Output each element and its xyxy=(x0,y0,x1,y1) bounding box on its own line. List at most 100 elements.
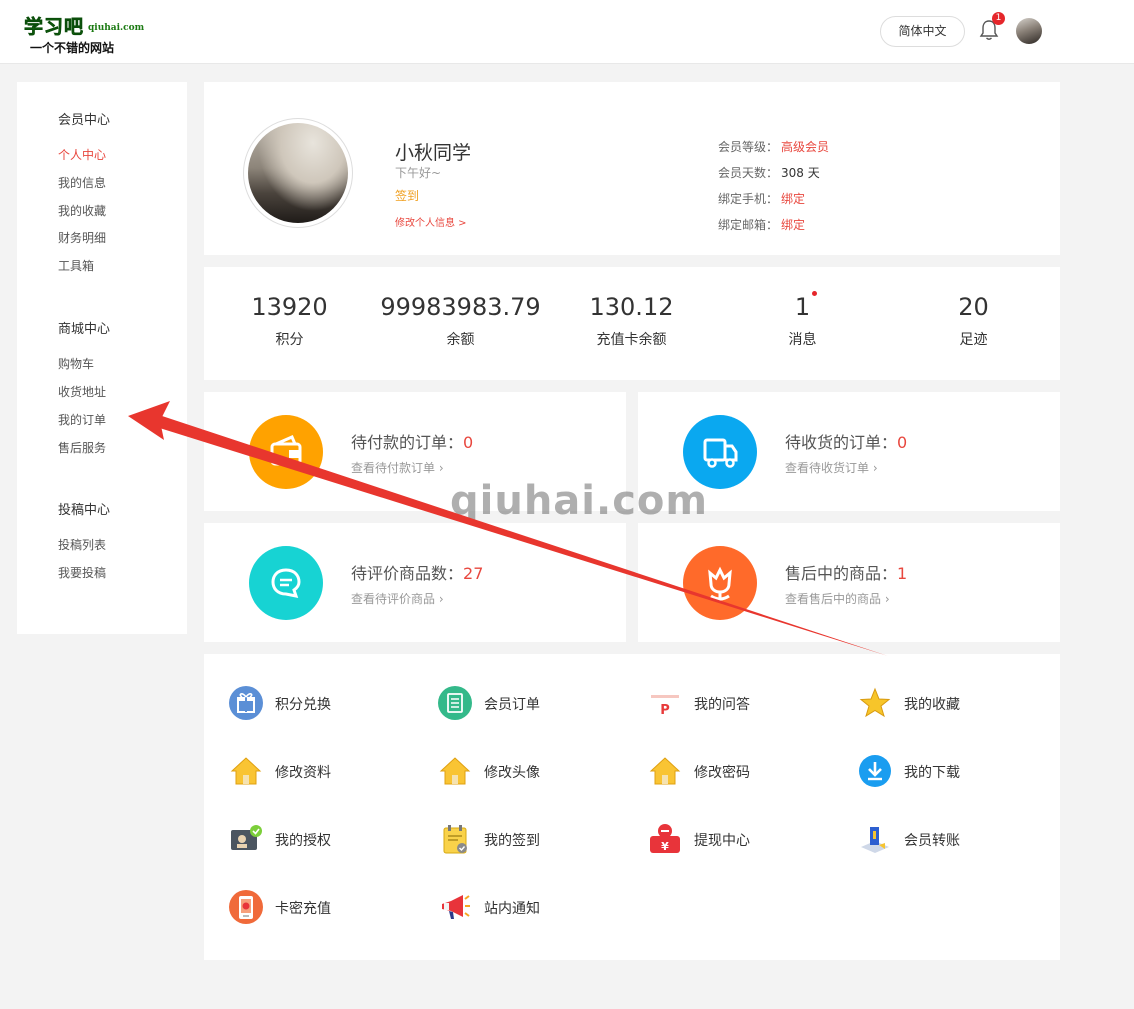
chevron-right-icon: › xyxy=(869,461,878,475)
user-avatar[interactable] xyxy=(1016,18,1042,44)
stat-card-balance-value: 130.12 xyxy=(589,293,674,321)
tool-label: 会员订单 xyxy=(484,697,540,713)
member-days-value: 308 天 xyxy=(781,166,820,180)
order-pending-receipt-title: 待收货的订单：0 xyxy=(785,433,908,452)
bind-phone-label: 绑定手机： xyxy=(718,192,779,206)
order-pending-receipt-count: 0 xyxy=(897,433,908,452)
logo-domain-text: qiuhai.com xyxy=(88,23,145,33)
member-days-label: 会员天数： xyxy=(718,166,779,180)
stat-card-balance[interactable]: 130.12 充值卡余额 xyxy=(546,293,717,349)
sidebar-group-member-title: 会员中心 xyxy=(58,113,111,128)
star-icon xyxy=(859,687,891,718)
sidebar-item-my-info[interactable]: 我的信息 xyxy=(58,174,106,191)
order-pending-receipt-link[interactable]: 查看待收货订单 › xyxy=(785,459,878,476)
tools-grid: 积分兑换 会员订单 P 我的问答 我的收藏 修改资料 修改头像 修改密码 我的下… xyxy=(204,654,1060,960)
sidebar-item-address[interactable]: 收货地址 xyxy=(58,383,106,400)
stat-footprint[interactable]: 20 足迹 xyxy=(888,293,1059,349)
stat-points-value: 13920 xyxy=(251,293,328,321)
tool-label: 会员转账 xyxy=(904,833,960,849)
username: 小秋同学 xyxy=(395,142,472,164)
bind-phone-link[interactable]: 绑定 xyxy=(781,190,805,207)
signin-link[interactable]: 签到 xyxy=(395,187,419,204)
order-card-after-sales: 售后中的商品：1 查看售后中的商品 › xyxy=(638,523,1060,642)
tool-label: 站内通知 xyxy=(484,901,540,917)
stat-points[interactable]: 13920 积分 xyxy=(204,293,375,349)
order-after-sales-count: 1 xyxy=(897,564,908,583)
sidebar-item-submit[interactable]: 我要投稿 xyxy=(58,564,106,581)
house-icon xyxy=(649,757,681,785)
order-pending-payment-count: 0 xyxy=(463,433,474,452)
greeting-text: 下午好~ xyxy=(395,166,442,180)
tool-label: 积分兑换 xyxy=(275,697,331,713)
logo-slogan-text: 一个不错的网站 xyxy=(30,41,115,55)
tool-label: 卡密充值 xyxy=(275,901,331,917)
transfer-icon xyxy=(861,827,889,853)
stat-balance[interactable]: 99983983.79 余额 xyxy=(375,293,546,349)
stat-points-label: 积分 xyxy=(275,332,304,348)
profile-card: 小秋同学 下午好~ 签到 修改个人信息 > 会员等级： 高级会员 会员天数： 3… xyxy=(204,82,1060,255)
site-logo[interactable]: 学习吧 qiuhai.com 一个不错的网站 xyxy=(24,12,145,55)
sidebar-item-favorites[interactable]: 我的收藏 xyxy=(58,202,106,219)
member-level-label: 会员等级： xyxy=(718,140,779,154)
profile-avatar[interactable] xyxy=(243,118,353,228)
svg-text:¥: ¥ xyxy=(661,840,669,853)
chevron-right-icon: › xyxy=(435,592,444,606)
tool-label: 提现中心 xyxy=(694,833,750,849)
bind-email-label: 绑定邮箱： xyxy=(718,218,779,232)
gift-icon xyxy=(229,686,263,720)
sidebar-item-personal-center[interactable]: 个人中心 xyxy=(58,146,106,163)
withdraw-icon: ¥ xyxy=(650,824,680,853)
calendar-icon xyxy=(443,825,467,854)
stat-balance-label: 余额 xyxy=(446,332,475,348)
top-header: 学习吧 qiuhai.com 一个不错的网站 简体中文 1 xyxy=(0,0,1134,64)
flower-icon xyxy=(683,546,757,620)
sidebar: 会员中心 个人中心 我的信息 我的收藏 财务明细 工具箱 商城中心 购物车 收货… xyxy=(17,82,187,634)
order-card-pending-review: 待评价商品数：27 查看待评价商品 › xyxy=(204,523,626,642)
sidebar-group-shop-title: 商城中心 xyxy=(58,322,111,337)
tool-label: 我的签到 xyxy=(484,833,540,849)
stats-card: 13920 积分 99983983.79 余额 130.12 充值卡余额 1 消… xyxy=(204,267,1060,380)
stat-messages-value: 1 xyxy=(794,293,811,321)
sidebar-item-finance[interactable]: 财务明细 xyxy=(58,229,106,246)
megaphone-icon xyxy=(442,895,470,919)
order-after-sales-title: 售后中的商品：1 xyxy=(785,564,908,583)
order-after-sales-link[interactable]: 查看售后中的商品 › xyxy=(785,590,890,607)
bind-email-link[interactable]: 绑定 xyxy=(781,216,805,233)
order-pending-review-title: 待评价商品数：27 xyxy=(351,564,484,583)
stat-card-balance-label: 充值卡余额 xyxy=(596,332,667,348)
tool-label: 我的授权 xyxy=(275,833,331,849)
qa-icon: P xyxy=(651,695,679,718)
member-level-value: 高级会员 xyxy=(781,140,830,154)
download-icon xyxy=(859,755,891,787)
order-pending-payment-link[interactable]: 查看待付款订单 › xyxy=(351,459,444,476)
order-pending-review-count: 27 xyxy=(463,564,484,583)
tool-label: 我的下载 xyxy=(904,765,960,781)
comment-icon xyxy=(249,546,323,620)
sidebar-item-cart[interactable]: 购物车 xyxy=(58,355,94,372)
watermark-text: qiuhai.com xyxy=(450,478,709,524)
sidebar-group-submit-title: 投稿中心 xyxy=(58,503,111,518)
sidebar-item-my-orders[interactable]: 我的订单 xyxy=(58,411,106,428)
language-button[interactable]: 简体中文 xyxy=(880,16,965,47)
tool-label: 修改密码 xyxy=(694,765,750,781)
tool-label: 我的收藏 xyxy=(904,697,960,713)
license-icon xyxy=(231,825,262,850)
sidebar-item-after-sales[interactable]: 售后服务 xyxy=(58,439,106,456)
tool-label: 我的问答 xyxy=(694,697,750,713)
chevron-right-icon: › xyxy=(881,592,890,606)
house-icon xyxy=(439,757,471,785)
notification-badge: 1 xyxy=(992,12,1005,25)
edit-profile-link[interactable]: 修改个人信息 > xyxy=(395,214,467,229)
stat-footprint-value: 20 xyxy=(958,293,989,321)
order-pending-payment-title: 待付款的订单：0 xyxy=(351,433,474,452)
list-icon xyxy=(438,686,472,720)
svg-text:P: P xyxy=(660,703,670,718)
wallet-icon xyxy=(249,415,323,489)
tool-label: 修改资料 xyxy=(275,765,331,781)
sidebar-item-toolbox[interactable]: 工具箱 xyxy=(58,257,94,274)
order-pending-review-link[interactable]: 查看待评价商品 › xyxy=(351,590,444,607)
sidebar-item-submission-list[interactable]: 投稿列表 xyxy=(58,536,106,553)
stat-messages[interactable]: 1 消息 xyxy=(717,293,888,349)
message-unread-dot xyxy=(812,291,817,296)
tool-label: 修改头像 xyxy=(484,765,540,781)
